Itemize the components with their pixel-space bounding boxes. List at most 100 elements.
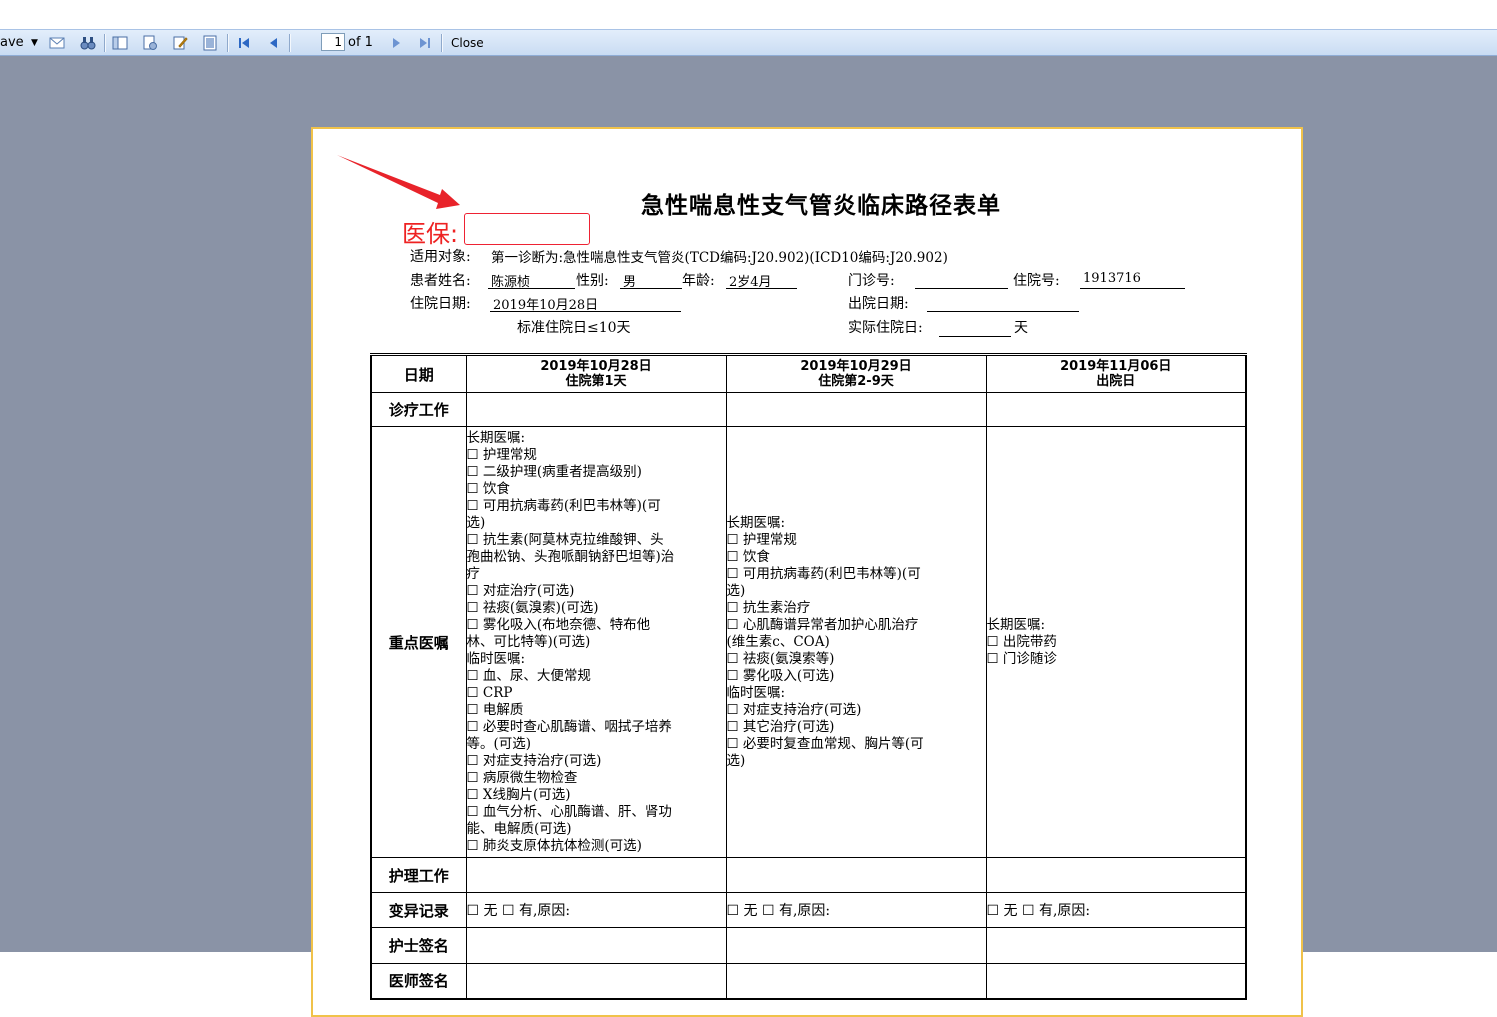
order-line: ☐ 雾化吸入(布地奈德、特布他 (466, 616, 651, 633)
order-line: ☐ 抗生素(阿莫林克拉维酸钾、头 (466, 531, 664, 548)
order-line: ☐ 出院带药 (986, 633, 1057, 650)
orders-cell-discharge: 长期医嘱: ☐ 出院带药 ☐ 门诊随诊 (985, 426, 1247, 858)
order-line: ☐ 心肌酶谱异常者加护心肌治疗 (726, 616, 919, 633)
orders-cell-day2-9: 长期医嘱: ☐ 护理常规 ☐ 饮食 ☐ 可用抗病毒药(利巴韦林等)(可 选) ☐… (725, 426, 987, 858)
order-line: 长期医嘱: (466, 429, 526, 446)
order-line: 等。(可选) (466, 735, 532, 752)
row-label-diagnosis: 诊疗工作 (370, 392, 467, 427)
order-line: ☐ CRP (466, 684, 513, 701)
order-line: 临时医嘱: (466, 650, 526, 667)
toolbar-separator (441, 34, 443, 52)
variance-cell: ☐ 无 ☐ 有,原因: (465, 892, 727, 928)
order-line: ☐ 对症支持治疗(可选) (466, 752, 602, 769)
standard-stay-text: 标准住院日≤10天 (517, 320, 631, 336)
actual-stay-label: 实际住院日: (848, 320, 923, 336)
discharge-date-label: 出院日期: (848, 296, 909, 312)
table-row-doctor-signature: 医师签名 (370, 963, 1247, 999)
order-line: 选) (466, 514, 486, 531)
table-cell (725, 392, 987, 427)
order-line: ☐ 护理常规 (466, 446, 537, 463)
last-page-icon[interactable] (417, 35, 433, 51)
order-line: ☐ 对症治疗(可选) (466, 582, 575, 599)
order-line: ☐ 对症支持治疗(可选) (726, 701, 862, 718)
order-line: 长期医嘱: (986, 616, 1046, 633)
row-label-variance: 变异记录 (370, 892, 467, 928)
order-line: 选) (726, 582, 746, 599)
clinic-number-label: 门诊号: (848, 273, 895, 289)
order-line: (维生素c、COA) (726, 633, 830, 650)
page-number-input[interactable] (321, 33, 345, 51)
page-count-label: of 1 (348, 35, 373, 50)
clinic-number-value (915, 271, 1008, 289)
column-header-discharge: 2019年11月06日 出院日 (985, 353, 1247, 393)
orders-cell-day1: 长期医嘱: ☐ 护理常规 ☐ 二级护理(病重者提高级别) ☐ 饮食 ☐ 可用抗病… (465, 426, 727, 858)
actual-stay-value (939, 319, 1011, 337)
table-row-nursing: 护理工作 (370, 857, 1247, 893)
table-cell (725, 857, 987, 893)
sex-value: 男 (620, 271, 682, 290)
order-line: 疗 (466, 565, 481, 582)
order-line: ☐ 可用抗病毒药(利巴韦林等)(可 (726, 565, 921, 582)
discharge-date-value (927, 294, 1079, 312)
order-line: ☐ 祛痰(氨溴索等) (726, 650, 835, 667)
column-subtitle: 住院第2-9天 (818, 374, 894, 389)
admission-date-value: 2019年10月28日 (490, 294, 681, 313)
order-line: ☐ 可用抗病毒药(利巴韦林等)(可 (466, 497, 661, 514)
page-setup-icon[interactable] (142, 35, 158, 51)
table-row-variance: 变异记录 ☐ 无 ☐ 有,原因: ☐ 无 ☐ 有,原因: ☐ 无 ☐ 有,原因: (370, 892, 1247, 928)
find-binoculars-icon[interactable] (80, 35, 96, 51)
save-label: ave (0, 35, 24, 50)
table-row-diagnosis: 诊疗工作 (370, 392, 1247, 427)
variance-cell: ☐ 无 ☐ 有,原因: (985, 892, 1247, 928)
table-cell (725, 963, 987, 999)
row-label-doctor-signature: 医师签名 (370, 963, 467, 999)
order-line: 能、电解质(可选) (466, 820, 572, 837)
report-page: 医保: 急性喘息性支气管炎临床路径表单 适用对象: 第一诊断为:急性喘息性支气管… (311, 127, 1303, 1017)
report-viewer-area[interactable]: 医保: 急性喘息性支气管炎临床路径表单 适用对象: 第一诊断为:急性喘息性支气管… (0, 56, 1497, 1017)
order-line: ☐ 必要时复查血常规、胸片等(可 (726, 735, 924, 752)
column-subtitle: 出院日 (1096, 374, 1136, 389)
row-label-nurse-signature: 护士签名 (370, 927, 467, 964)
applies-value: 第一诊断为:急性喘息性支气管炎(TCD编码:J20.902)(ICD10编码:J… (491, 250, 948, 266)
toolbar-separator (227, 34, 229, 52)
table-cell (465, 963, 727, 999)
document-title: 急性喘息性支气管炎临床路径表单 (641, 193, 1001, 219)
column-header-day1: 2019年10月28日 住院第1天 (465, 353, 727, 393)
table-cell (465, 857, 727, 893)
order-line: ☐ 饮食 (726, 548, 770, 565)
page-layout-icon[interactable] (202, 35, 218, 51)
sex-label: 性别: (576, 273, 609, 289)
toolbar-separator (104, 34, 106, 52)
column-date: 2019年11月06日 (1060, 359, 1172, 374)
close-button[interactable]: Close (451, 30, 484, 55)
table-header-row: 日期 2019年10月28日 住院第1天 2019年10月29日 住院第2-9天… (370, 353, 1247, 393)
order-line: ☐ 血气分析、心肌酶谱、肝、肾功 (466, 803, 672, 820)
save-button[interactable]: ave (0, 30, 24, 55)
order-line: ☐ 抗生素治疗 (726, 599, 811, 616)
order-line: 长期医嘱: (726, 514, 786, 531)
row-label-orders: 重点医嘱 (370, 426, 467, 858)
table-row-orders: 重点医嘱 长期医嘱: ☐ 护理常规 ☐ 二级护理(病重者提高级别) ☐ 饮食 ☐… (370, 426, 1247, 858)
email-icon[interactable] (49, 35, 65, 51)
order-line: ☐ 其它治疗(可选) (726, 718, 835, 735)
patient-name-label: 患者姓名: (410, 273, 471, 289)
table-cell (985, 857, 1247, 893)
order-line: ☐ 雾化吸入(可选) (726, 667, 835, 684)
age-label: 年龄: (682, 273, 715, 289)
save-dropdown-chevron-icon[interactable]: ▼ (31, 30, 38, 55)
row-label-nursing: 护理工作 (370, 857, 467, 893)
inpatient-number-value: 1913716 (1080, 271, 1185, 289)
previous-page-icon[interactable] (266, 35, 282, 51)
table-cell (985, 927, 1247, 964)
next-page-icon[interactable] (388, 35, 404, 51)
order-line: ☐ 护理常规 (726, 531, 797, 548)
order-line: ☐ 饮食 (466, 480, 510, 497)
document-map-icon[interactable] (112, 35, 128, 51)
patient-name-value: 陈源桢 (488, 271, 575, 290)
first-page-icon[interactable] (236, 35, 252, 51)
edit-page-icon[interactable] (172, 35, 188, 51)
report-toolbar: ave ▼ of 1 Close (0, 29, 1497, 56)
column-date: 2019年10月28日 (540, 359, 652, 374)
table-row-nurse-signature: 护士签名 (370, 927, 1247, 964)
order-line: ☐ 祛痰(氨溴索)(可选) (466, 599, 599, 616)
